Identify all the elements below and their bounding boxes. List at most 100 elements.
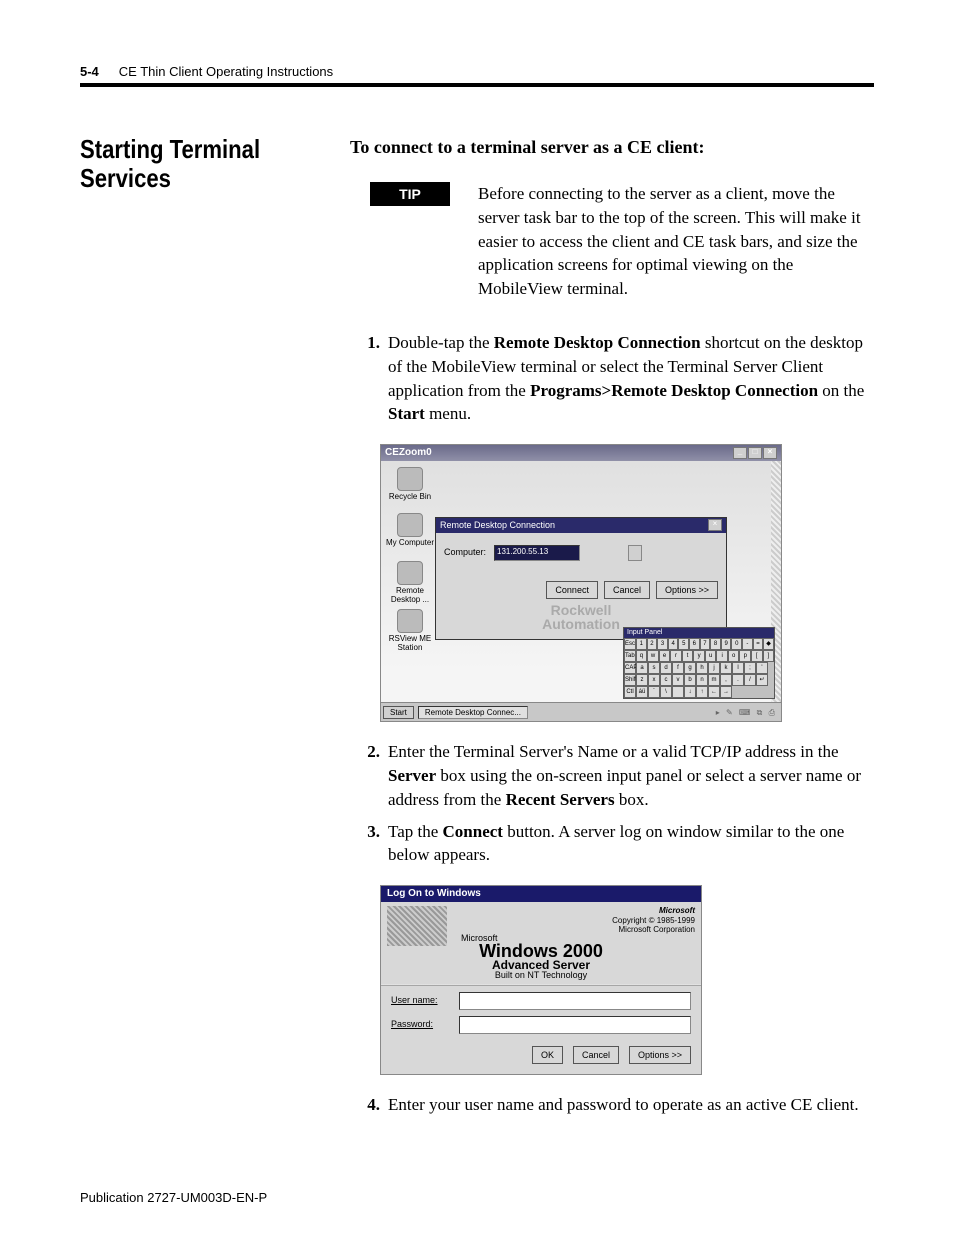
step1-number: 1. (350, 331, 380, 426)
keyboard-key[interactable]: 9 (721, 638, 732, 650)
keyboard-key[interactable]: t (682, 650, 694, 662)
keyboard-key[interactable]: 4 (668, 638, 679, 650)
keyboard-key[interactable]: 2 (647, 638, 658, 650)
password-input[interactable] (459, 1016, 691, 1034)
keyboard-key[interactable]: q (636, 650, 648, 662)
keyboard-key[interactable]: o (728, 650, 740, 662)
keyboard-key[interactable]: r (670, 650, 682, 662)
desktop-icon-rsview[interactable]: RSView ME Station (385, 609, 435, 653)
keyboard-key[interactable]: ; (744, 662, 756, 674)
minimize-icon[interactable]: _ (733, 447, 747, 459)
keyboard-key[interactable]: c (660, 674, 672, 686)
tip-text: Before connecting to the server as a cli… (478, 182, 874, 301)
keyboard-key[interactable]: 7 (700, 638, 711, 650)
desktop-icon-remote[interactable]: Remote Desktop ... (385, 561, 435, 605)
section-heading: Starting Terminal Services (80, 135, 284, 192)
options-button[interactable]: Options >> (656, 581, 718, 600)
keyboard-key[interactable]: z (636, 674, 648, 686)
keyboard-key[interactable]: Ctl (624, 686, 636, 698)
username-input[interactable] (459, 992, 691, 1010)
intro-text: To connect to a terminal server as a CE … (350, 137, 874, 158)
window-title: CEZoom0 (385, 446, 432, 460)
taskbar-item[interactable]: Remote Desktop Connec... (418, 706, 528, 719)
keyboard-key[interactable]: l (732, 662, 744, 674)
keyboard-key[interactable]: e (659, 650, 671, 662)
keyboard-key[interactable]: s (648, 662, 660, 674)
header-title: CE Thin Client Operating Instructions (119, 64, 333, 79)
keyboard-key[interactable]: Shift (624, 674, 636, 686)
logon-title: Log On to Windows (381, 886, 701, 902)
keyboard-key[interactable]: ↵ (756, 674, 768, 686)
keyboard-key[interactable]: \ (660, 686, 672, 698)
keyboard-key[interactable]: áü (636, 686, 648, 698)
dropdown-icon[interactable] (628, 545, 642, 561)
keyboard-key[interactable]: Tab (624, 650, 636, 662)
keyboard-key[interactable]: k (720, 662, 732, 674)
keyboard-key[interactable]: n (696, 674, 708, 686)
keyboard-key[interactable]: 5 (678, 638, 689, 650)
keyboard-key[interactable]: ← (708, 686, 720, 698)
keyboard-key[interactable]: d (660, 662, 672, 674)
keyboard-key[interactable]: 3 (657, 638, 668, 650)
start-button[interactable]: Start (383, 706, 414, 719)
keyboard-key[interactable]: u (705, 650, 717, 662)
keyboard-key[interactable]: b (684, 674, 696, 686)
keyboard-key[interactable]: → (720, 686, 732, 698)
keyboard-key[interactable]: 1 (636, 638, 647, 650)
options-button[interactable]: Options >> (629, 1046, 691, 1065)
connect-button[interactable]: Connect (546, 581, 598, 600)
keyboard-key[interactable]: 6 (689, 638, 700, 650)
keyboard-key[interactable]: , (720, 674, 732, 686)
keyboard-key[interactable]: = (753, 638, 764, 650)
ms-copyright: Microsoft Copyright © 1985-1999 Microsof… (612, 906, 695, 946)
close-icon[interactable]: × (708, 519, 722, 531)
maximize-icon[interactable]: □ (748, 447, 762, 459)
computer-label: Computer: (444, 546, 486, 559)
keyboard-key[interactable]: h (696, 662, 708, 674)
rdc-dialog-title: Remote Desktop Connection (440, 519, 555, 532)
cancel-button[interactable]: Cancel (604, 581, 650, 600)
keyboard-key[interactable]: . (732, 674, 744, 686)
keyboard-key[interactable]: g (684, 662, 696, 674)
keyboard-key[interactable]: w (647, 650, 659, 662)
keyboard-key[interactable]: Esc (624, 638, 636, 650)
recycle-icon (397, 467, 423, 491)
keyboard-key[interactable]: 8 (710, 638, 721, 650)
keyboard-key[interactable] (672, 686, 684, 698)
keyboard-key[interactable]: i (716, 650, 728, 662)
keyboard-key[interactable]: p (739, 650, 751, 662)
step2-number: 2. (350, 740, 380, 811)
desktop-icon-recycle[interactable]: Recycle Bin (385, 467, 435, 502)
desktop-icon-mycomputer[interactable]: My Computer (385, 513, 435, 548)
keyboard-key[interactable]: - (742, 638, 753, 650)
keyboard-key[interactable]: ] (763, 650, 775, 662)
keyboard-key[interactable]: m (708, 674, 720, 686)
step3-body: Tap the Connect button. A server log on … (388, 820, 874, 868)
keyboard-key[interactable]: ' (756, 662, 768, 674)
keyboard-key[interactable]: v (672, 674, 684, 686)
keyboard-key[interactable]: a (636, 662, 648, 674)
input-panel: Input Panel Esc1234567890-=◆Tabqwertyuio… (623, 627, 775, 699)
onscreen-keyboard[interactable]: Esc1234567890-=◆ Tabqwertyuiop[] CAPasdfgh… (624, 638, 774, 698)
window-titlebar: CEZoom0 _ □ × (381, 445, 781, 461)
keyboard-key[interactable]: CAP (624, 662, 636, 674)
keyboard-key[interactable]: x (648, 674, 660, 686)
cancel-button[interactable]: Cancel (573, 1046, 619, 1065)
keyboard-key[interactable]: ↑ (696, 686, 708, 698)
keyboard-key[interactable]: y (693, 650, 705, 662)
computer-input[interactable]: 131.200.55.13 (494, 545, 580, 561)
keyboard-key[interactable]: / (744, 674, 756, 686)
page-header: 5-4 CE Thin Client Operating Instruction… (80, 64, 874, 87)
keyboard-key[interactable]: 0 (731, 638, 742, 650)
keyboard-key[interactable]: j (708, 662, 720, 674)
rdc-dialog: Remote Desktop Connection × Computer: 13… (435, 517, 727, 640)
step2-body: Enter the Terminal Server's Name or a va… (388, 740, 874, 811)
keyboard-key[interactable]: ↓ (684, 686, 696, 698)
keyboard-key[interactable]: ` (648, 686, 660, 698)
keyboard-key[interactable]: [ (751, 650, 763, 662)
step1-body: Double-tap the Remote Desktop Connection… (388, 331, 874, 426)
keyboard-key[interactable]: ◆ (763, 638, 774, 650)
ok-button[interactable]: OK (532, 1046, 563, 1065)
close-icon[interactable]: × (763, 447, 777, 459)
keyboard-key[interactable]: f (672, 662, 684, 674)
